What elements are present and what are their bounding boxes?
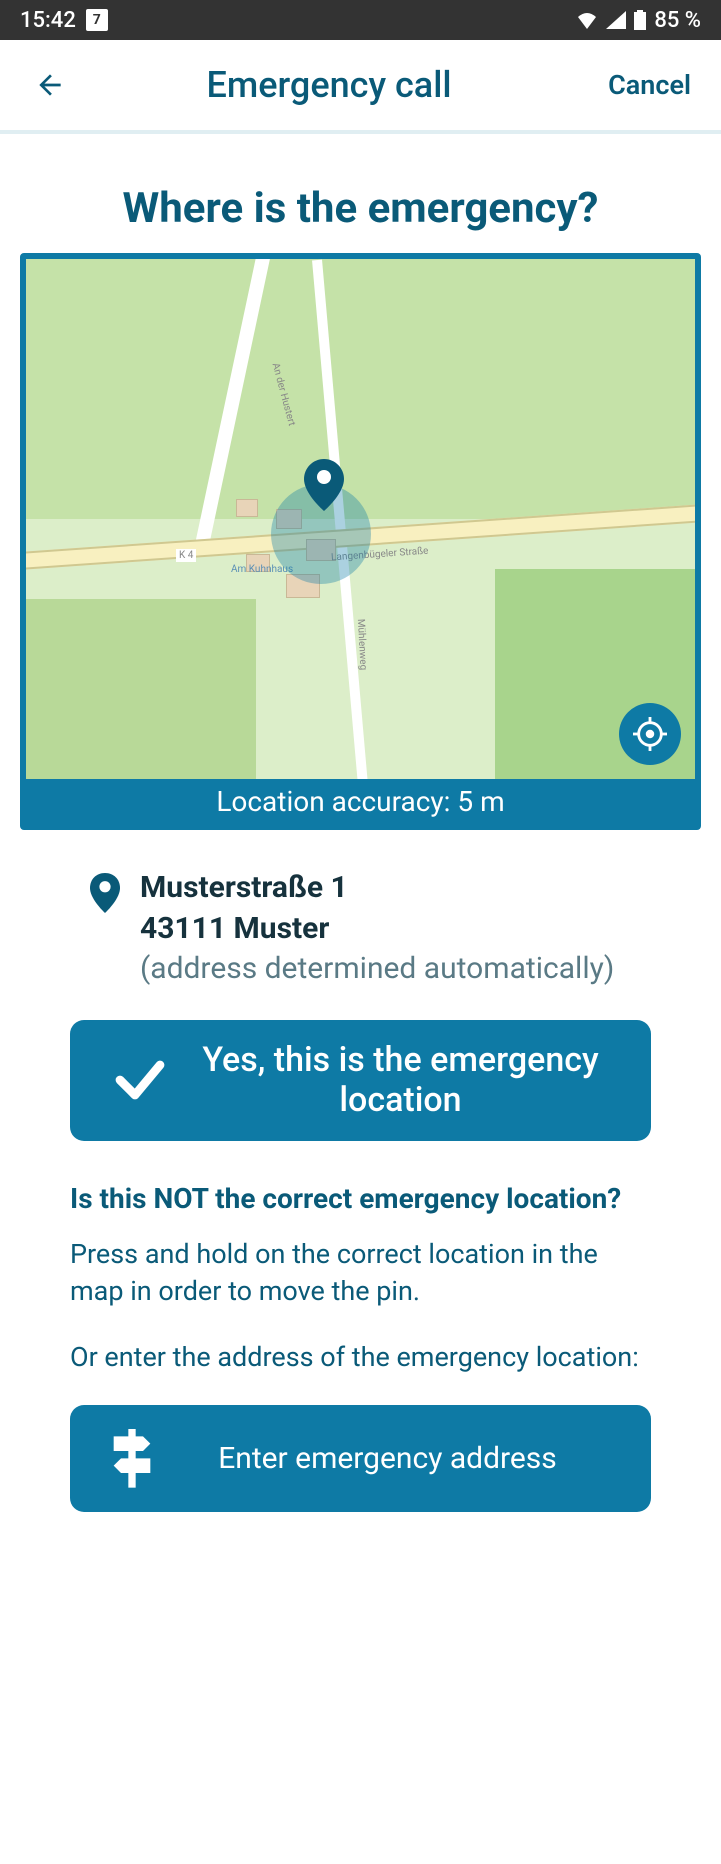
alt-instruction: Press and hold on the correct location i… xyxy=(70,1236,651,1309)
battery-icon xyxy=(634,10,646,30)
signal-icon xyxy=(606,11,626,29)
pin-icon xyxy=(90,873,120,913)
locate-button[interactable] xyxy=(619,703,681,765)
address-line-2: 43111 Muster xyxy=(140,909,614,950)
app-bar: Emergency call Cancel xyxy=(0,40,721,134)
map-road-label: K 4 xyxy=(176,549,196,562)
map-pin-icon[interactable] xyxy=(304,459,344,511)
enter-address-button[interactable]: Enter emergency address xyxy=(70,1405,651,1512)
confirm-location-button[interactable]: Yes, this is the emergency location xyxy=(70,1020,651,1142)
wifi-icon xyxy=(576,11,598,29)
alt-or-text: Or enter the address of the emergency lo… xyxy=(70,1339,651,1375)
map[interactable]: K 4 Am Kuhnhaus Langenbügeler Straße An … xyxy=(26,259,695,779)
page-heading: Where is the emergency? xyxy=(20,184,701,233)
calendar-icon: 7 xyxy=(86,9,108,31)
location-accuracy-label: Location accuracy: 5 m xyxy=(26,779,695,824)
app-title: Emergency call xyxy=(50,64,608,106)
address-block: Musterstraße 1 43111 Muster (address det… xyxy=(20,850,701,1020)
enter-button-label: Enter emergency address xyxy=(184,1441,621,1476)
check-icon xyxy=(110,1050,170,1110)
address-note: (address determined automatically) xyxy=(140,949,614,990)
crosshair-icon xyxy=(633,717,667,751)
map-container: K 4 Am Kuhnhaus Langenbügeler Straße An … xyxy=(20,253,701,830)
status-time: 15:42 xyxy=(20,8,76,33)
cancel-button[interactable]: Cancel xyxy=(608,69,691,101)
signpost-icon xyxy=(110,1429,154,1488)
map-street-label-3: Mühlenweg xyxy=(355,619,369,671)
confirm-button-label: Yes, this is the emergency location xyxy=(200,1040,621,1122)
status-bar: 15:42 7 85 % xyxy=(0,0,721,40)
battery-percent: 85 % xyxy=(654,8,701,33)
alt-heading: Is this NOT the correct emergency locati… xyxy=(70,1181,651,1216)
address-line-1: Musterstraße 1 xyxy=(140,868,614,909)
